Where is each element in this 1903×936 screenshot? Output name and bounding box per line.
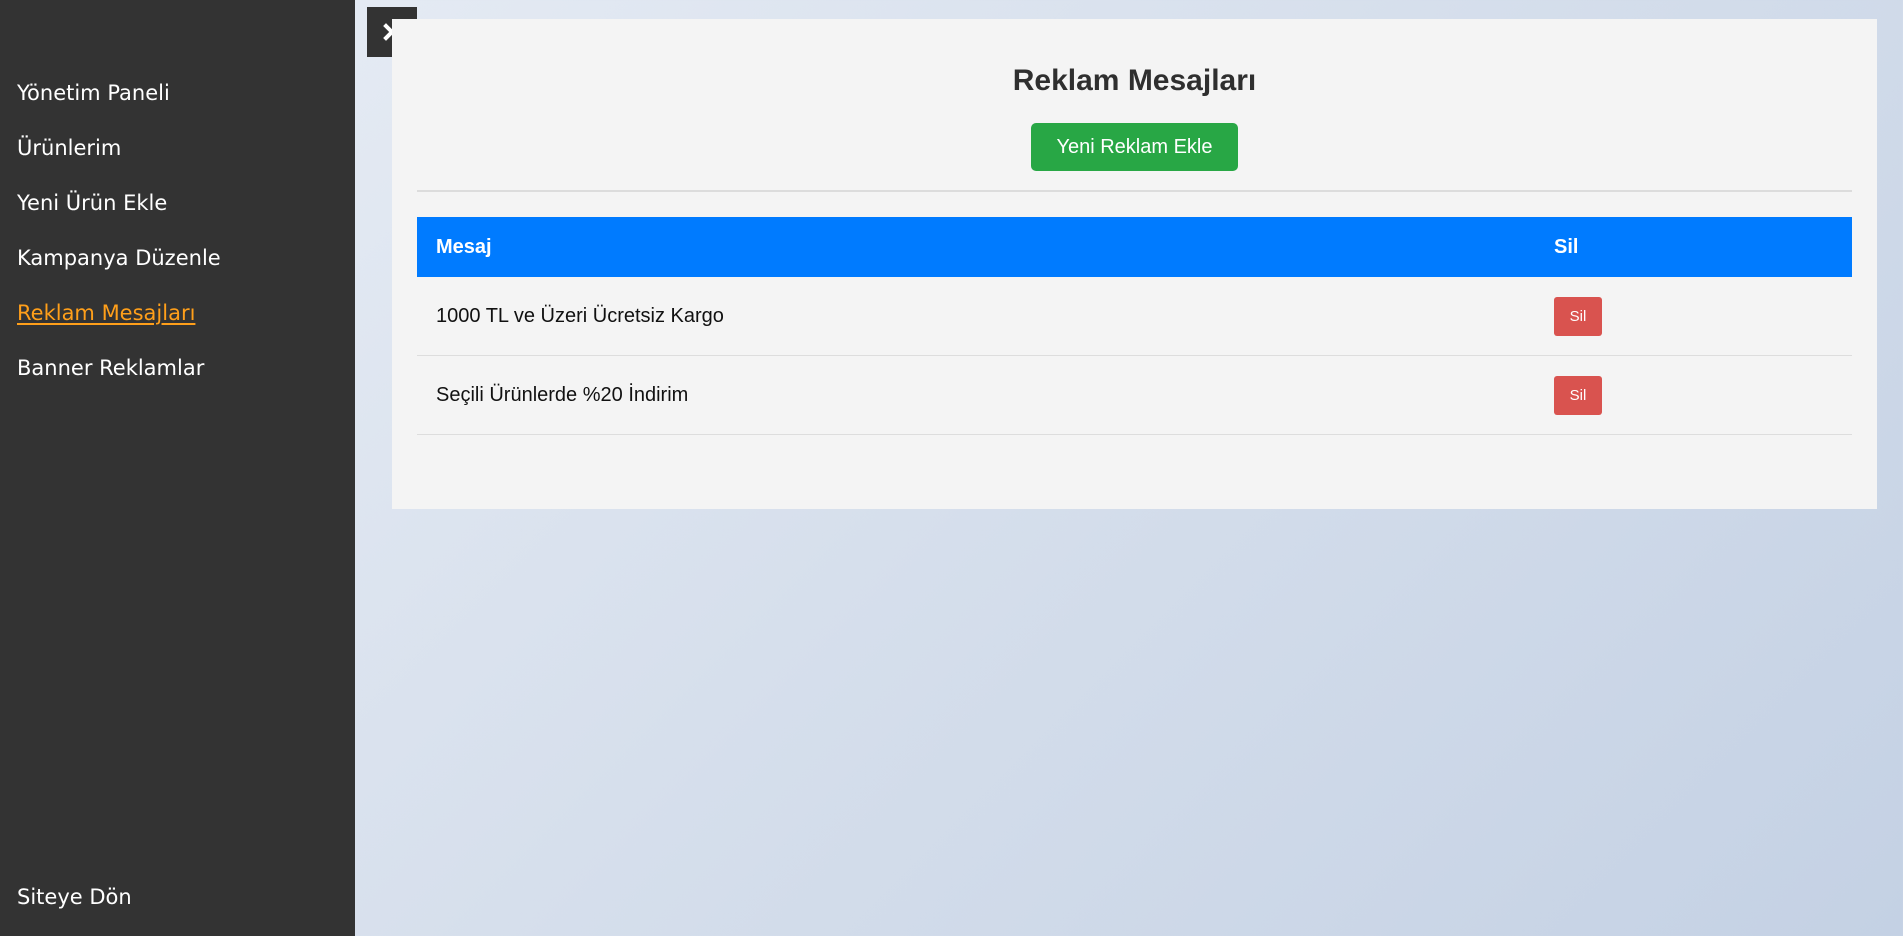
ad-messages-table: Mesaj Sil 1000 TL ve Üzeri Ücretsiz Karg… bbox=[417, 217, 1852, 435]
sidebar-nav: Yönetim Paneli Ürünlerim Yeni Ürün Ekle … bbox=[17, 78, 221, 408]
delete-button[interactable]: Sil bbox=[1554, 375, 1602, 415]
table-row: 1000 TL ve Üzeri Ücretsiz Kargo Sil bbox=[417, 277, 1852, 356]
delete-cell: Sil bbox=[1535, 355, 1852, 435]
delete-cell: Sil bbox=[1535, 277, 1852, 356]
sidebar-item-banner-reklamlar[interactable]: Banner Reklamlar bbox=[17, 353, 221, 383]
divider bbox=[417, 190, 1852, 192]
sidebar-footer: Siteye Dön bbox=[17, 882, 132, 936]
message-cell: 1000 TL ve Üzeri Ücretsiz Kargo bbox=[417, 277, 1535, 356]
back-to-site-link[interactable]: Siteye Dön bbox=[17, 882, 132, 912]
table-row: Seçili Ürünlerde %20 İndirim Sil bbox=[417, 355, 1852, 435]
column-header-message: Mesaj bbox=[436, 235, 492, 258]
sidebar-item-yonetim-paneli[interactable]: Yönetim Paneli bbox=[17, 78, 221, 108]
add-ad-message-button[interactable]: Yeni Reklam Ekle bbox=[1031, 123, 1238, 171]
delete-button[interactable]: Sil bbox=[1554, 296, 1602, 336]
column-header-delete: Sil bbox=[1554, 235, 1579, 258]
page-title: Reklam Mesajları bbox=[1012, 64, 1257, 97]
message-cell: Seçili Ürünlerde %20 İndirim bbox=[417, 355, 1535, 435]
table-header-row: Mesaj Sil bbox=[417, 217, 1852, 277]
sidebar-item-urunlerim[interactable]: Ürünlerim bbox=[17, 133, 221, 163]
content-panel: Reklam Mesajları Yeni Reklam Ekle Mesaj … bbox=[392, 19, 1877, 509]
sidebar-item-reklam-mesajlari[interactable]: Reklam Mesajları bbox=[17, 298, 221, 328]
sidebar-item-yeni-urun-ekle[interactable]: Yeni Ürün Ekle bbox=[17, 188, 221, 218]
sidebar: Yönetim Paneli Ürünlerim Yeni Ürün Ekle … bbox=[0, 0, 355, 936]
sidebar-item-kampanya-duzenle[interactable]: Kampanya Düzenle bbox=[17, 243, 221, 273]
